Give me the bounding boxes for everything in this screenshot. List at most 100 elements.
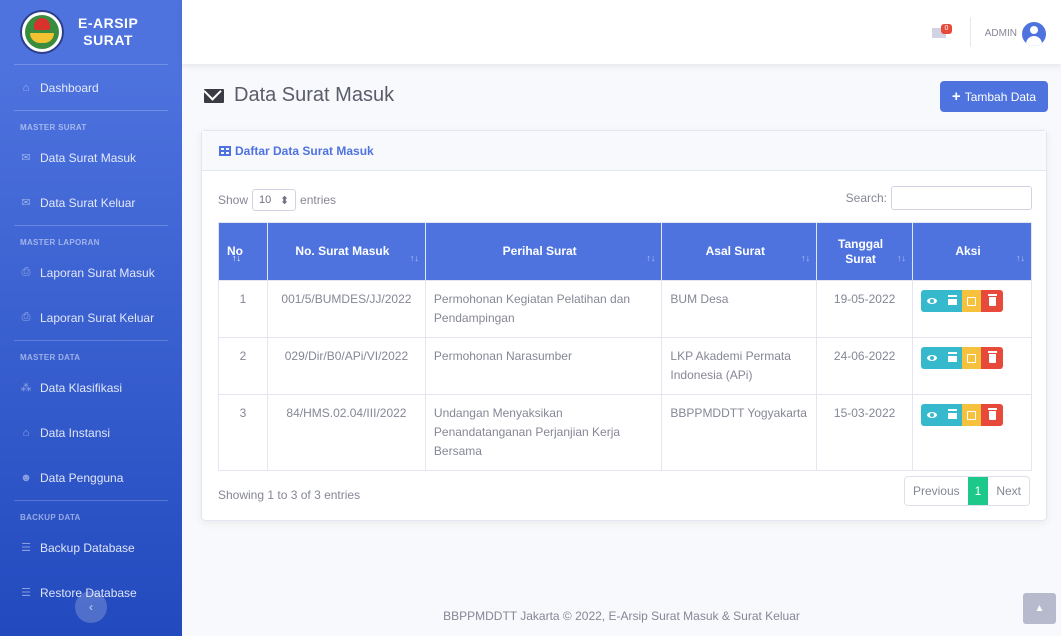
cell-nomor: 84/HMS.02.04/III/2022 xyxy=(266,394,426,471)
edit-button[interactable] xyxy=(962,290,982,312)
edit-icon xyxy=(967,353,977,363)
sidebar-item-label: Data Klasifikasi xyxy=(40,380,123,395)
sidebar-item-label: Data Instansi xyxy=(40,425,111,440)
brand[interactable]: E-ARSIP SURAT xyxy=(0,0,182,64)
archive-icon xyxy=(948,354,958,362)
print-icon: ⎙ xyxy=(21,266,31,278)
eye-icon xyxy=(927,412,938,418)
cell-no: 3 xyxy=(218,394,268,471)
sidebar-item-label: Backup Database xyxy=(40,540,135,555)
view-button[interactable] xyxy=(921,404,944,426)
card-header: Daftar Data Surat Masuk xyxy=(202,131,1046,171)
sidebar-item-klasifikasi[interactable]: ⁂ Data Klasifikasi xyxy=(0,365,182,410)
sidebar-item-label: Laporan Surat Keluar xyxy=(40,310,155,325)
delete-button[interactable] xyxy=(981,404,1004,426)
sidebar: E-ARSIP SURAT ⌂ Dashboard MASTER SURAT ✉… xyxy=(0,0,182,636)
sidebar-item-label: Laporan Surat Masuk xyxy=(40,265,155,280)
previous-page-button[interactable]: Previous xyxy=(904,477,968,505)
table-row: 1 001/5/BUMDES/JJ/2022 Permohonan Kegiat… xyxy=(218,280,1032,338)
sidebar-item-instansi[interactable]: ⌂ Data Instansi xyxy=(0,410,182,455)
action-group xyxy=(921,290,1023,312)
archive-icon xyxy=(948,297,958,305)
pagination: Previous 1 Next xyxy=(903,476,1030,506)
cell-asal: BUM Desa xyxy=(661,280,818,338)
column-header-aksi[interactable]: Aksi ↑↓ xyxy=(912,222,1032,281)
table-header-row: No ↑↓ No. Surat Masuk ↑↓ Perihal Surat ↑↓ A… xyxy=(218,222,1032,281)
edit-icon xyxy=(967,410,977,420)
user-name[interactable]: ADMIN xyxy=(985,28,1017,39)
sidebar-toggle-button[interactable]: ‹ xyxy=(75,591,107,623)
sort-icon: ↑↓ xyxy=(409,253,419,263)
cell-aksi xyxy=(912,280,1032,338)
column-header-nomor[interactable]: No. Surat Masuk ↑↓ xyxy=(266,222,426,281)
search-input[interactable] xyxy=(891,186,1032,210)
cell-nomor: 029/Dir/B0/APi/VI/2022 xyxy=(266,337,426,395)
table-row: 2 029/Dir/B0/APi/VI/2022 Permohonan Nara… xyxy=(218,337,1032,395)
view-button[interactable] xyxy=(921,347,944,369)
sidebar-item-label: Data Pengguna xyxy=(40,470,124,485)
sidebar-item-surat-keluar[interactable]: ✉ Data Surat Keluar xyxy=(0,180,182,225)
user-avatar-icon[interactable] xyxy=(1022,22,1046,46)
sidebar-item-dashboard[interactable]: ⌂ Dashboard xyxy=(0,65,182,110)
cell-tanggal: 19-05-2022 xyxy=(816,280,914,338)
action-group xyxy=(921,347,1023,369)
entries-select[interactable]: 10 ⬍ xyxy=(252,189,297,211)
column-header-asal[interactable]: Asal Surat ↑↓ xyxy=(661,222,818,281)
sidebar-item-surat-masuk[interactable]: ✉ Data Surat Masuk xyxy=(0,135,182,180)
tachometer-icon: ⌂ xyxy=(22,81,30,94)
sidebar-heading: MASTER DATA xyxy=(20,353,81,362)
database-icon: ☰ xyxy=(21,542,31,554)
cell-tanggal: 15-03-2022 xyxy=(816,394,914,471)
edit-button[interactable] xyxy=(962,347,982,369)
sidebar-item-label: Data Surat Masuk xyxy=(40,150,137,165)
entries-length: Show 10 ⬍ entries xyxy=(218,189,336,211)
brand-title: E-ARSIP SURAT xyxy=(78,15,139,48)
archive-button[interactable] xyxy=(943,347,963,369)
archive-button[interactable] xyxy=(943,404,963,426)
sort-icon: ↑↓ xyxy=(897,253,907,263)
building-icon: ⌂ xyxy=(22,426,30,439)
add-data-button[interactable]: + Tambah Data xyxy=(940,81,1048,112)
cell-perihal: Permohonan Kegiatan Pelatihan dan Pendam… xyxy=(424,280,663,338)
sort-arrows-icon: ⬍ xyxy=(279,194,290,207)
sidebar-item-label: Data Surat Keluar xyxy=(40,195,136,210)
column-header-tanggal[interactable]: Tanggal Surat ↑↓ xyxy=(816,222,914,281)
edit-button[interactable] xyxy=(962,404,982,426)
users-icon: ☻ xyxy=(20,471,32,484)
card-title: Daftar Data Surat Masuk xyxy=(235,143,374,158)
cell-tanggal: 24-06-2022 xyxy=(816,337,914,395)
data-card: Daftar Data Surat Masuk Show 10 ⬍ entrie… xyxy=(201,130,1047,521)
search-label: Search: xyxy=(845,191,887,205)
column-header-no[interactable]: No ↑↓ xyxy=(218,222,268,281)
cell-aksi xyxy=(912,394,1032,471)
envelope-icon xyxy=(204,88,224,103)
envelope-icon: ✉ xyxy=(21,152,31,164)
envelope-icon: ✉ xyxy=(21,197,31,209)
sort-icon: ↑↓ xyxy=(801,253,811,263)
topbar-divider xyxy=(970,17,971,47)
database-icon: ☰ xyxy=(21,587,31,599)
sidebar-item-backup[interactable]: ☰ Backup Database xyxy=(0,525,182,570)
trash-icon xyxy=(987,350,997,363)
cell-perihal: Permohonan Narasumber xyxy=(424,337,663,395)
cell-aksi xyxy=(912,337,1032,395)
scroll-to-top-button[interactable]: ▲ xyxy=(1023,593,1056,624)
view-button[interactable] xyxy=(921,290,944,312)
delete-button[interactable] xyxy=(981,290,1004,312)
edit-icon xyxy=(967,296,977,306)
delete-button[interactable] xyxy=(981,347,1004,369)
archive-button[interactable] xyxy=(943,290,963,312)
sidebar-item-laporan-keluar[interactable]: ⎙ Laporan Surat Keluar xyxy=(0,295,182,340)
sidebar-heading: MASTER LAPORAN xyxy=(20,238,100,247)
footer: BBPPMDDTT Jakarta © 2022, E-Arsip Surat … xyxy=(443,609,800,623)
cell-no: 2 xyxy=(218,337,268,395)
sidebar-item-laporan-masuk[interactable]: ⎙ Laporan Surat Masuk xyxy=(0,250,182,295)
column-header-perihal[interactable]: Perihal Surat ↑↓ xyxy=(424,222,663,281)
page-1-button[interactable]: 1 xyxy=(967,477,989,505)
logo-icon xyxy=(20,10,64,54)
sort-icon: ↑↓ xyxy=(1016,253,1025,263)
next-page-button[interactable]: Next xyxy=(988,477,1029,505)
print-icon: ⎙ xyxy=(21,311,31,323)
sidebar-item-pengguna[interactable]: ☻ Data Pengguna xyxy=(0,455,182,500)
eye-icon xyxy=(927,298,938,304)
